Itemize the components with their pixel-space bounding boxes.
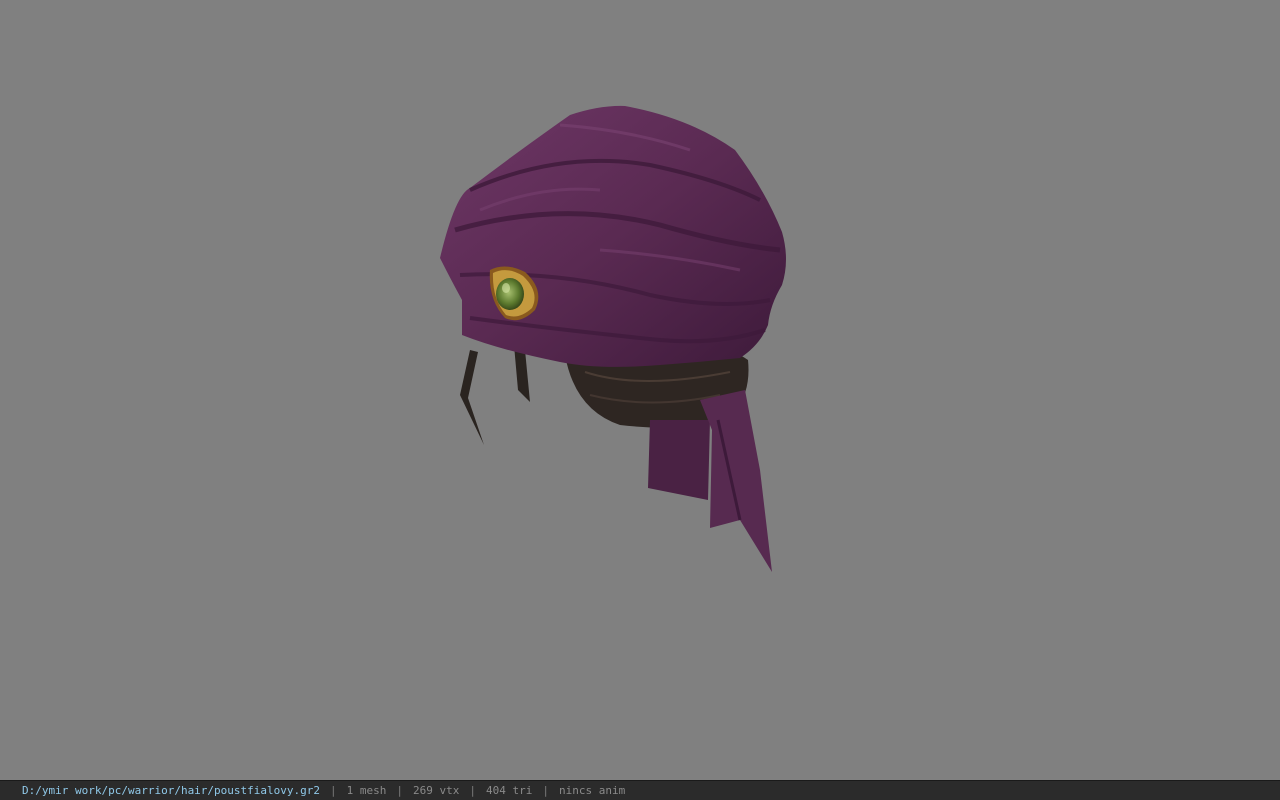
turban-wrap	[440, 105, 786, 367]
separator: |	[396, 784, 404, 797]
mesh-count: 1 mesh	[346, 784, 387, 797]
hair-strand-left	[460, 350, 484, 445]
vertex-count: 269 vtx	[413, 784, 460, 797]
anim-status: nincs anim	[558, 784, 626, 797]
status-bar: D:/ymir work/pc/warrior/hair/poustfialov…	[0, 780, 1280, 800]
turban-hair-model[interactable]	[0, 0, 1280, 780]
3d-viewport[interactable]	[0, 0, 1280, 780]
turban-tail-left	[648, 420, 710, 500]
file-path: D:/ymir work/pc/warrior/hair/poustfialov…	[22, 784, 321, 797]
triangle-count: 404 tri	[486, 784, 533, 797]
separator: |	[469, 784, 476, 797]
turban-tail-right	[700, 390, 772, 572]
separator: |	[542, 784, 549, 797]
separator: |	[330, 784, 337, 797]
